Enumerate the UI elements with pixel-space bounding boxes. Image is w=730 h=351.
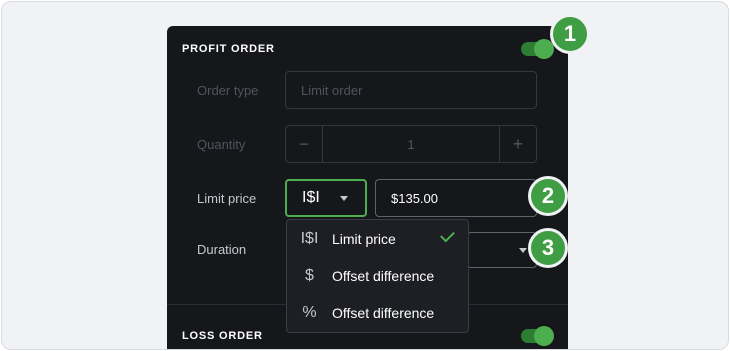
loss-order-title: LOSS ORDER: [182, 330, 263, 342]
chevron-down-icon: [519, 248, 527, 253]
chevron-down-icon: [339, 195, 348, 201]
price-unit-icon: I$I: [302, 189, 320, 206]
order-panel: PROFIT ORDER Order type Limit order Quan…: [167, 26, 568, 349]
quantity-label: Quantity: [197, 137, 246, 152]
callout-badge-2: 2: [528, 176, 568, 216]
option-label: Limit price: [332, 231, 396, 247]
order-type-field[interactable]: Limit order: [285, 71, 537, 109]
limit-price-label: Limit price: [197, 191, 257, 206]
percent-icon: %: [302, 304, 317, 321]
duration-label: Duration: [197, 242, 247, 257]
price-type-icon: I$I: [300, 230, 319, 247]
order-type-placeholder: Limit order: [301, 82, 363, 98]
limit-price-value: $135.00: [391, 190, 438, 206]
option-label: Offset difference: [332, 305, 435, 321]
profit-order-toggle[interactable]: [521, 39, 554, 59]
limit-price-input[interactable]: $135.00: [375, 179, 537, 217]
dropdown-option-dollar-offset[interactable]: $ Offset difference: [287, 258, 470, 294]
screenshot-frame: PROFIT ORDER Order type Limit order Quan…: [1, 1, 729, 350]
profit-order-title: PROFIT ORDER: [182, 43, 275, 55]
price-unit-dropdown: I$I Limit price $ Offset difference % Of…: [286, 219, 469, 333]
toggle-knob: [534, 326, 554, 346]
quantity-stepper: − 1 +: [285, 125, 537, 163]
quantity-decrement-button[interactable]: −: [286, 126, 323, 162]
dropdown-option-limit-price[interactable]: I$I Limit price: [287, 221, 470, 257]
callout-badge-1: 1: [550, 14, 590, 54]
duration-select[interactable]: [467, 232, 537, 268]
dropdown-option-percent-offset[interactable]: % Offset difference: [287, 295, 470, 331]
check-icon: [440, 227, 455, 243]
dollar-icon: $: [305, 267, 314, 284]
quantity-value[interactable]: 1: [323, 126, 499, 162]
option-label: Offset difference: [332, 268, 435, 284]
quantity-increment-button[interactable]: +: [499, 126, 536, 162]
callout-badge-3: 3: [528, 228, 568, 268]
loss-order-toggle[interactable]: [521, 326, 554, 346]
price-unit-select[interactable]: I$I: [285, 179, 367, 217]
order-type-label: Order type: [197, 83, 259, 98]
